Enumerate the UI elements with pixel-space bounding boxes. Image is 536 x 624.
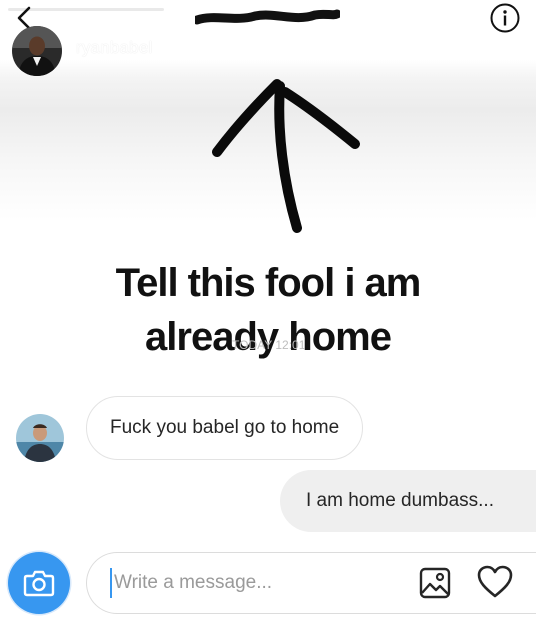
close-icon [508, 38, 530, 60]
story-caption-line-2: already home [145, 315, 392, 359]
info-icon [490, 3, 520, 33]
message-text: I am home dumbass... [306, 490, 494, 511]
like-button[interactable] [476, 564, 514, 600]
image-icon [419, 567, 451, 599]
story-reply-screen: ryanbabel 1s Tell this fool i am already… [0, 0, 536, 624]
story-caption-line-1: Tell this fool i am [115, 261, 422, 305]
gallery-button[interactable] [418, 566, 452, 600]
heart-icon [477, 565, 513, 598]
scribbled-out-name [195, 9, 340, 25]
message-input[interactable] [110, 568, 400, 598]
story-faded-overlay-text: TODAY 12:01 [232, 338, 306, 352]
sender-avatar[interactable] [16, 414, 64, 462]
camera-icon [23, 570, 55, 597]
story-timestamp: 1s [186, 38, 204, 57]
avatar-image [12, 26, 62, 76]
hand-drawn-arrow [212, 79, 360, 233]
message-text: Fuck you babel go to home [110, 417, 340, 438]
story-username[interactable]: ryanbabel [76, 38, 152, 58]
message-bubble-received[interactable]: Fuck you babel go to home [86, 396, 364, 460]
close-button[interactable] [504, 34, 534, 64]
info-button[interactable] [489, 2, 521, 34]
sender-avatar-image [16, 414, 64, 462]
story-author-avatar[interactable] [12, 26, 62, 76]
camera-button[interactable] [8, 552, 70, 614]
message-bubble-sent[interactable]: I am home dumbass... [280, 470, 536, 532]
